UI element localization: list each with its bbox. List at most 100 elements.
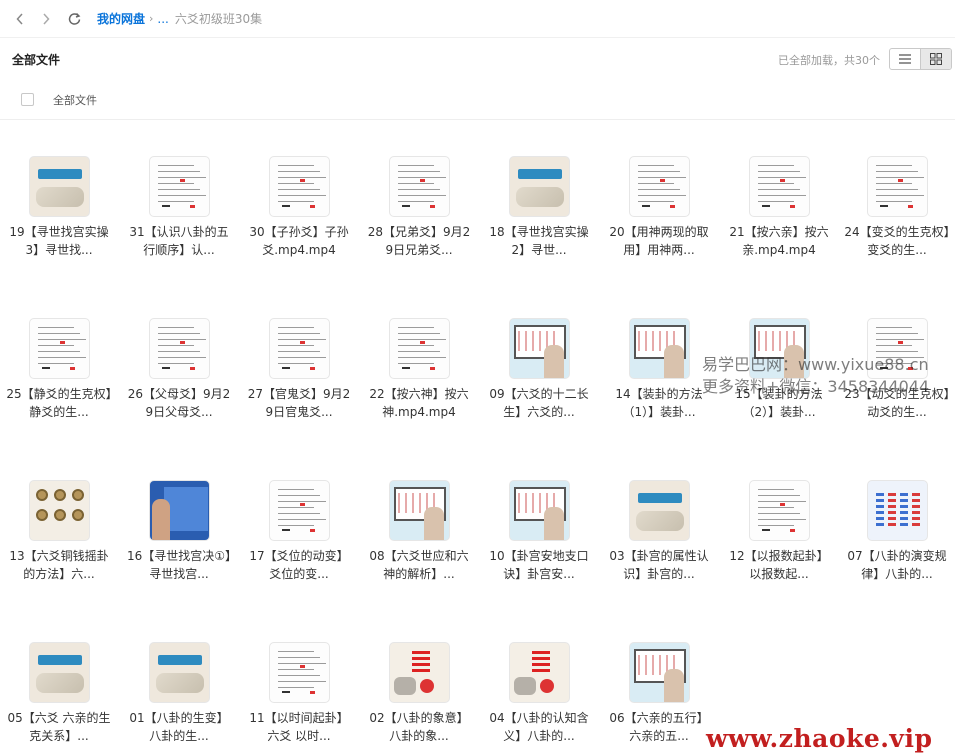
file-thumbnail <box>509 318 570 379</box>
list-view-button[interactable] <box>890 49 920 69</box>
file-name: 26【父母爻】9月29日父母爻... <box>127 387 231 419</box>
file-name: 19【寻世找宫实操3】寻世找... <box>9 225 109 257</box>
refresh-button[interactable] <box>67 12 81 26</box>
file-thumbnail <box>629 156 690 217</box>
back-button[interactable] <box>13 12 27 26</box>
file-thumbnail <box>629 642 690 703</box>
breadcrumb-current: 六爻初级班30集 <box>174 12 263 26</box>
file-tile[interactable]: 09【六爻的十二长生】六爻的... <box>480 318 598 468</box>
chevron-right-icon <box>43 12 50 25</box>
file-tile[interactable]: 20【用神两现的取用】用神两... <box>600 156 718 306</box>
file-tile[interactable]: 25【静爻的生克权】静爻的生... <box>0 318 118 468</box>
select-all-bar: 全部文件 <box>0 80 955 120</box>
file-name: 18【寻世找宫实操2】寻世... <box>489 225 589 257</box>
breadcrumb: 我的网盘 › ... 六爻初级班30集 <box>97 10 262 27</box>
file-thumbnail <box>509 642 570 703</box>
grid-view-button[interactable] <box>920 49 951 69</box>
file-name: 09【六爻的十二长生】六爻的... <box>489 387 589 419</box>
file-name: 20【用神两现的取用】用神两... <box>609 225 709 257</box>
breadcrumb-ellipsis[interactable]: ... <box>157 12 168 26</box>
file-tile[interactable]: 28【兄弟爻】9月29日兄弟爻... <box>360 156 478 306</box>
file-tile[interactable]: 13【六爻铜钱摇卦的方法】六... <box>0 480 118 630</box>
file-thumbnail <box>29 318 90 379</box>
file-name: 21【按六亲】按六亲.mp4.mp4 <box>729 225 829 257</box>
file-tile[interactable]: 22【按六神】按六神.mp4.mp4 <box>360 318 478 468</box>
file-thumbnail <box>149 642 210 703</box>
file-thumbnail <box>29 480 90 541</box>
file-tile[interactable]: 03【卦宫的属性认识】卦宫的... <box>600 480 718 630</box>
file-thumbnail <box>29 156 90 217</box>
file-thumbnail <box>749 156 810 217</box>
file-name: 24【变爻的生克权】变爻的生... <box>844 225 950 257</box>
grid-view-icon <box>930 53 943 65</box>
file-tile[interactable]: 21【按六亲】按六亲.mp4.mp4 <box>720 156 838 306</box>
file-name: 28【兄弟爻】9月29日兄弟爻... <box>367 225 471 257</box>
page-title: 全部文件 <box>12 52 61 67</box>
watermark-line-2: 更多资料+微信：3458344044 <box>702 377 930 396</box>
forward-button[interactable] <box>39 12 53 26</box>
file-tile[interactable]: 19【寻世找宫实操3】寻世找... <box>0 156 118 306</box>
file-name: 31【认识八卦的五行顺序】认... <box>129 225 229 257</box>
file-tile[interactable]: 26【父母爻】9月29日父母爻... <box>120 318 238 468</box>
file-name: 25【静爻的生克权】静爻的生... <box>6 387 112 419</box>
file-thumbnail <box>509 156 570 217</box>
file-tile[interactable]: 27【官鬼爻】9月29日官鬼爻... <box>240 318 358 468</box>
file-tile[interactable]: 17【爻位的动变】爻位的变... <box>240 480 358 630</box>
file-tile[interactable]: 10【卦宫安地支口诀】卦宫安... <box>480 480 598 630</box>
file-thumbnail <box>269 480 330 541</box>
file-name: 27【官鬼爻】9月29日官鬼爻... <box>247 387 351 419</box>
select-all-label: 全部文件 <box>53 93 97 107</box>
watermark-overlay: 易学巴巴网：www.yixue88.cn 更多资料+微信：3458344044 <box>702 354 929 398</box>
file-name: 06【六亲的五行】六亲的五... <box>609 711 709 743</box>
file-name: 30【子孙爻】子孙爻.mp4.mp4 <box>249 225 349 257</box>
file-thumbnail <box>867 156 928 217</box>
top-nav-bar: 我的网盘 › ... 六爻初级班30集 <box>0 0 955 38</box>
file-tile[interactable]: 02【八卦的象意】八卦的象... <box>360 642 478 756</box>
file-tile[interactable]: 18【寻世找宫实操2】寻世... <box>480 156 598 306</box>
file-tile[interactable]: 16【寻世找宫决①】寻世找宫... <box>120 480 238 630</box>
file-name: 11【以时间起卦】六爻 以时... <box>249 711 349 743</box>
file-tile[interactable]: 07【八卦的演变规律】八卦的... <box>838 480 955 630</box>
file-tile[interactable]: 08【六爻世应和六神的解析】... <box>360 480 478 630</box>
file-name: 14【装卦的方法（1）】装卦... <box>615 387 703 419</box>
breadcrumb-root[interactable]: 我的网盘 <box>97 10 145 27</box>
file-name: 01【八卦的生变】八卦的生... <box>129 711 229 743</box>
file-thumbnail <box>149 480 210 541</box>
file-name: 03【卦宫的属性认识】卦宫的... <box>609 549 709 581</box>
file-thumbnail <box>749 480 810 541</box>
file-thumbnail <box>629 318 690 379</box>
file-thumbnail <box>389 642 450 703</box>
file-tile[interactable]: 31【认识八卦的五行顺序】认... <box>120 156 238 306</box>
file-thumbnail <box>389 318 450 379</box>
file-name: 17【爻位的动变】爻位的变... <box>249 549 349 581</box>
load-status: 已全部加载，共30个 <box>778 54 880 67</box>
file-thumbnail <box>389 156 450 217</box>
file-tile[interactable]: 01【八卦的生变】八卦的生... <box>120 642 238 756</box>
file-name: 04【八卦的认知含义】八卦的... <box>489 711 589 743</box>
file-tile[interactable]: 05【六爻 六亲的生克关系】... <box>0 642 118 756</box>
file-thumbnail <box>29 642 90 703</box>
file-tile[interactable]: 04【八卦的认知含义】八卦的... <box>480 642 598 756</box>
file-thumbnail <box>509 480 570 541</box>
file-thumbnail <box>629 480 690 541</box>
select-all-checkbox[interactable] <box>21 93 34 106</box>
file-name: 13【六爻铜钱摇卦的方法】六... <box>9 549 109 581</box>
file-tile[interactable]: 11【以时间起卦】六爻 以时... <box>240 642 358 756</box>
file-thumbnail <box>149 156 210 217</box>
file-name: 16【寻世找宫决①】寻世找宫... <box>126 549 232 581</box>
file-name: 08【六爻世应和六神的解析】... <box>369 549 469 581</box>
file-name: 10【卦宫安地支口诀】卦宫安... <box>489 549 589 581</box>
file-thumbnail <box>389 480 450 541</box>
file-name: 22【按六神】按六神.mp4.mp4 <box>369 387 469 419</box>
file-thumbnail <box>269 642 330 703</box>
file-tile[interactable]: 06【六亲的五行】六亲的五... <box>600 642 718 756</box>
file-tile[interactable]: 30【子孙爻】子孙爻.mp4.mp4 <box>240 156 358 306</box>
breadcrumb-separator: › <box>149 12 154 25</box>
file-tile[interactable]: 14【装卦的方法（1）】装卦... <box>600 318 718 468</box>
file-thumbnail <box>269 156 330 217</box>
view-toggle <box>889 48 952 70</box>
file-tile[interactable]: 12【以报数起卦】以报数起... <box>720 480 838 630</box>
watermark-line-1: 易学巴巴网：www.yixue88.cn <box>702 355 929 374</box>
file-tile[interactable]: 24【变爻的生克权】变爻的生... <box>838 156 955 306</box>
file-list-header: 全部文件 已全部加载，共30个 <box>0 38 955 80</box>
